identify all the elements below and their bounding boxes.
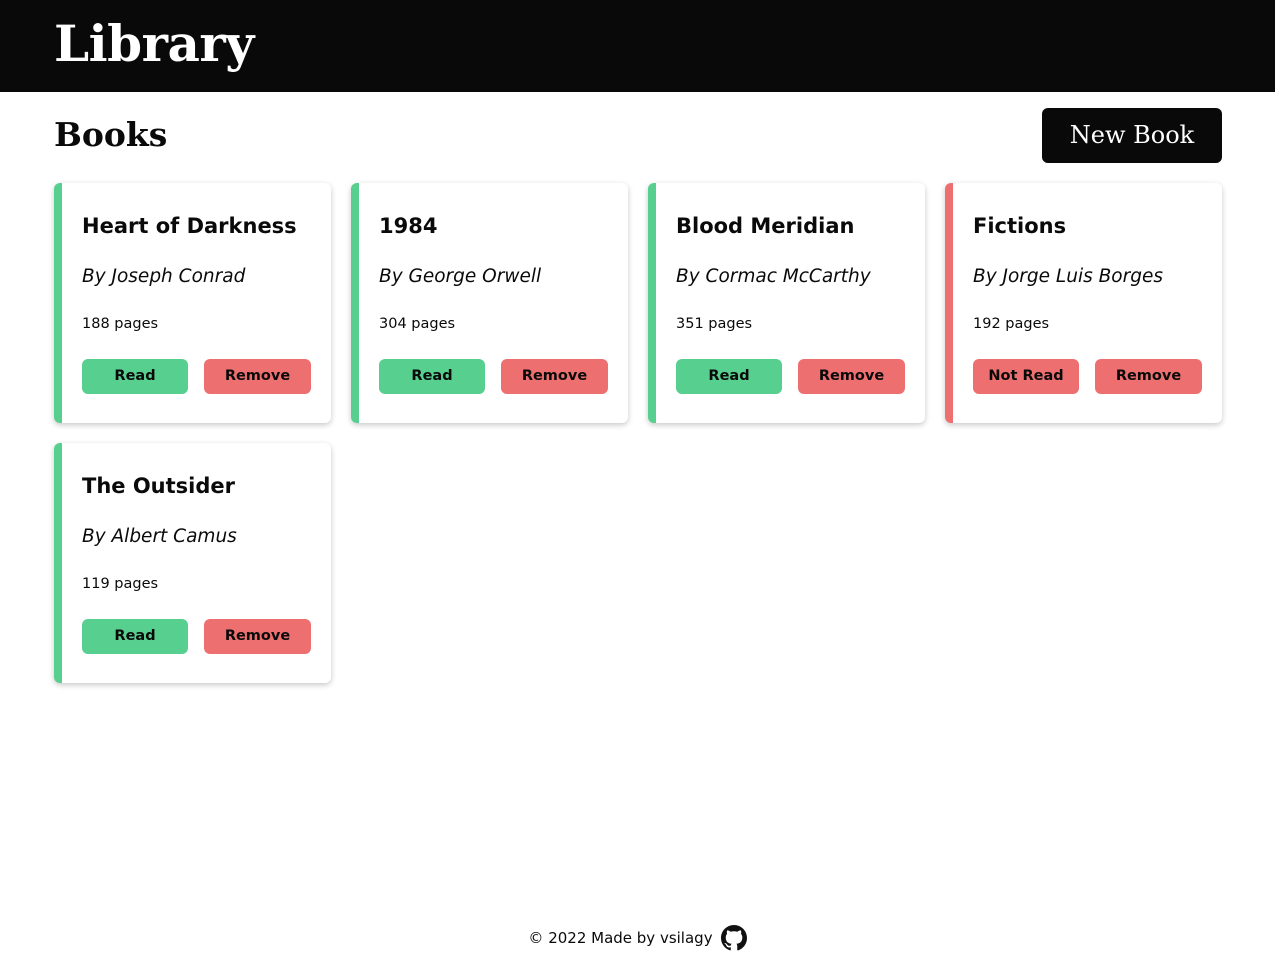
read-status-button[interactable]: Read [379, 359, 485, 394]
book-card: 1984 By George Orwell 304 pages Read Rem… [351, 183, 628, 423]
book-title: The Outsider [82, 474, 235, 498]
top-bar: Library [0, 0, 1275, 92]
book-pages: 304 pages [379, 316, 456, 332]
read-status-button[interactable]: Read [82, 619, 188, 654]
book-card: Blood Meridian By Cormac McCarthy 351 pa… [648, 183, 925, 423]
remove-button[interactable]: Remove [1095, 359, 1202, 394]
book-title: Fictions [973, 214, 1067, 238]
book-card: Fictions By Jorge Luis Borges 192 pages … [945, 183, 1222, 423]
book-pages: 351 pages [676, 316, 753, 332]
book-author: By Joseph Conrad [82, 266, 246, 287]
book-card: The Outsider By Albert Camus 119 pages R… [54, 443, 331, 683]
book-title: Heart of Darkness [82, 214, 297, 238]
footer: © 2022 Made by vsilagy [0, 922, 1275, 954]
book-author: By Jorge Luis Borges [973, 266, 1163, 287]
remove-button[interactable]: Remove [204, 619, 311, 654]
book-pages: 192 pages [973, 316, 1050, 332]
remove-button[interactable]: Remove [204, 359, 311, 394]
page-title: Books [54, 115, 168, 154]
book-pages: 119 pages [82, 576, 159, 592]
new-book-button[interactable]: New Book [1042, 108, 1222, 163]
book-title: 1984 [379, 214, 438, 238]
read-status-button[interactable]: Read [82, 359, 188, 394]
book-card: Heart of Darkness By Joseph Conrad 188 p… [54, 183, 331, 423]
read-status-button[interactable]: Read [676, 359, 782, 394]
book-author: By Albert Camus [82, 526, 237, 547]
book-author: By Cormac McCarthy [676, 266, 871, 287]
book-pages: 188 pages [82, 316, 159, 332]
footer-credit: © 2022 Made by vsilagy [528, 929, 713, 947]
remove-button[interactable]: Remove [798, 359, 905, 394]
remove-button[interactable]: Remove [501, 359, 608, 394]
book-title: Blood Meridian [676, 214, 855, 238]
book-author: By George Orwell [379, 266, 542, 287]
app-title: Library [54, 14, 254, 73]
read-status-button[interactable]: Not Read [973, 359, 1079, 394]
github-icon[interactable] [720, 925, 747, 951]
